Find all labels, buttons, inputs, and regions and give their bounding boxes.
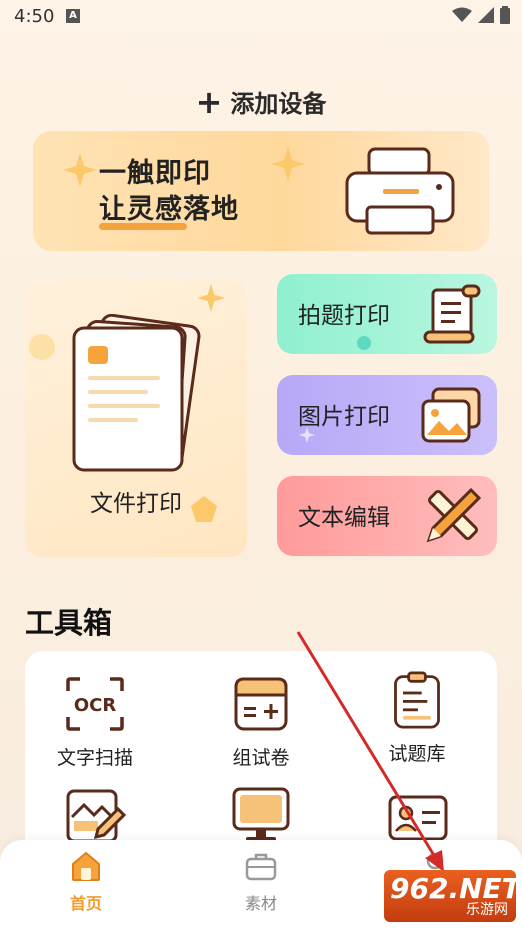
watermark-logo: 962.NET 乐游网 [384,870,521,922]
annotation-arrow [296,631,444,872]
watermark-sub: 乐游网 [466,902,508,918]
